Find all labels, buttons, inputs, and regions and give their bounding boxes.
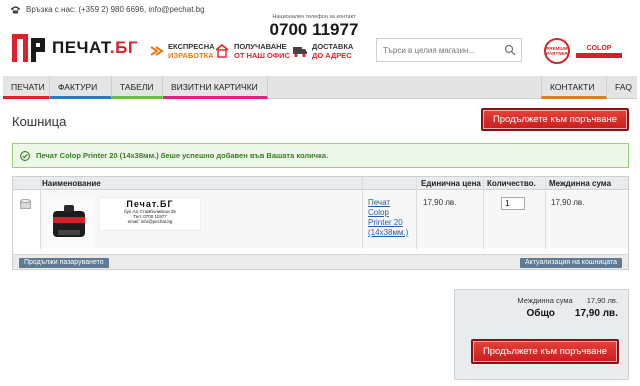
product-link[interactable]: Печат Colop Printer 20 (14x38мм.) (368, 198, 413, 238)
success-text: Печат Colop Printer 20 (14x38мм.) беше у… (36, 151, 329, 160)
nav-item-signs[interactable]: ТАБЕЛИ (112, 76, 163, 99)
stamp-preview-title: Печат.БГ (126, 199, 174, 209)
feature-delivery: ДОСТАВКА ДО АДРЕС (292, 42, 353, 60)
search-box[interactable] (376, 38, 522, 62)
totals-box: Междинна сума 17,90 лв. Общо 17,90 лв. П… (454, 289, 629, 380)
feature-express: ЕКСПРЕСНА ИЗРАБОТКА (148, 42, 215, 60)
header-name: Наименование (42, 179, 101, 188)
total-label: Общо (526, 308, 555, 319)
check-circle-icon (20, 150, 30, 161)
hotline-number: 0700 11977 (269, 20, 359, 39)
search-input[interactable] (377, 40, 501, 60)
page-title: Кошница (12, 114, 67, 129)
office-icon (215, 44, 229, 58)
feature-office: ПОЛУЧАВАНЕ ОТ НАШ ОФИС (214, 42, 290, 60)
total-row: Общо 17,90 лв. (527, 308, 618, 319)
cart-table: Наименование Единична цена Количество. М… (12, 176, 629, 270)
subtotal-value: 17,90 лв. (586, 296, 618, 305)
cart-actions-bar: Продължи пазаруването Актуализация на ко… (13, 254, 628, 269)
total-value: 17,90 лв. (574, 308, 618, 319)
header-unit-price: Единична цена (421, 179, 481, 188)
continue-shopping-button[interactable]: Продължи пазаруването (19, 258, 109, 268)
header-subtotal: Междинна сума (549, 179, 612, 188)
subtotal-label: Междинна сума (517, 296, 573, 305)
cart-table-header: Наименование Единична цена Количество. М… (13, 177, 628, 190)
phone-icon (11, 6, 20, 14)
subtotal-row: Междинна сума 17,90 лв. (517, 296, 618, 305)
nav-item-faq[interactable]: FAQ (607, 76, 637, 99)
truck-icon (293, 47, 307, 58)
colop-logo: COLOP (574, 40, 624, 62)
item-unit-price: 17,90 лв. (423, 198, 457, 207)
main-nav: ПЕЧАТИ ФАКТУРИ ТАБЕЛИ ВИЗИТНИ КАРТИЧКИ К… (3, 76, 637, 99)
quantity-input[interactable] (501, 197, 525, 210)
contact-bar: Връзка с нас: (+359 2) 980 6696, info@pe… (10, 5, 205, 14)
premium-partner-badge: PREMIUM PARTNER (544, 38, 570, 64)
checkout-button-top[interactable]: Продължете към поръчване (481, 108, 629, 131)
site-logo[interactable]: ПЕЧАТ.БГ (12, 34, 138, 62)
brand-badges: PREMIUM PARTNER COLOP (544, 38, 624, 64)
update-cart-button[interactable]: Актуализация на кошницата (519, 258, 622, 268)
contact-text: Връзка с нас: (+359 2) 980 6696, info@pe… (26, 5, 205, 14)
header-quantity: Количество. (487, 179, 536, 188)
nav-item-business-cards[interactable]: ВИЗИТНИ КАРТИЧКИ (163, 76, 268, 99)
product-thumbnail[interactable] (44, 197, 94, 247)
checkout-button-bottom[interactable]: Продължете към поръчване (471, 339, 619, 364)
nav-item-contacts[interactable]: КОНТАКТИ (541, 76, 607, 99)
hotline: Национален телефон за контакт 0700 11977 (268, 14, 360, 39)
stamp-preview: Печат.БГ бул.Ал.Стамболийски 35 Тел: 070… (99, 197, 201, 231)
logo-mark-icon (12, 34, 45, 62)
success-message: Печат Colop Printer 20 (14x38мм.) беше у… (12, 143, 629, 168)
logo-text: ПЕЧАТ.БГ (52, 38, 138, 57)
nav-item-stamps[interactable]: ПЕЧАТИ (3, 76, 50, 99)
nav-item-invoices[interactable]: ФАКТУРИ (50, 76, 112, 99)
remove-item-icon[interactable] (20, 199, 31, 209)
item-subtotal: 17,90 лв. (551, 198, 585, 207)
search-icon[interactable] (504, 44, 516, 56)
speed-icon (150, 46, 164, 56)
stamp-preview-line: email: info@pechat.bg (127, 219, 173, 225)
